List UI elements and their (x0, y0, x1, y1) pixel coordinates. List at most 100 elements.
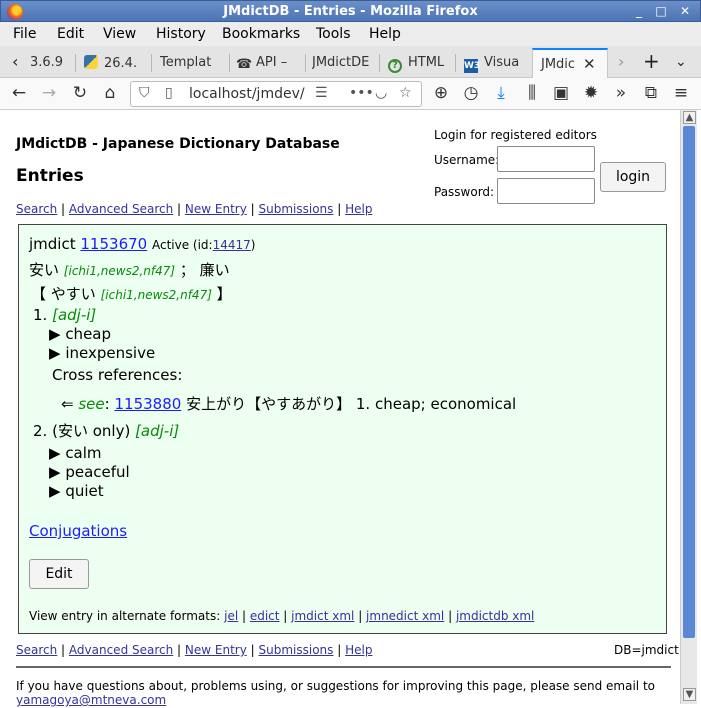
pocket-icon[interactable]: ◡ (375, 85, 387, 101)
help-favicon-icon: ? (388, 59, 402, 73)
maximize-button[interactable]: □ (653, 4, 669, 19)
gloss-item: ▶ inexpensive (49, 344, 156, 362)
vertical-scrollbar[interactable]: ▲ ▼ (680, 110, 697, 704)
close-window-button[interactable]: ✕ (677, 4, 693, 19)
entry-box: jmdict 1153670 Active (id:14417) 安い [ich… (18, 224, 667, 634)
link-help[interactable]: Help (345, 202, 372, 216)
history-clock-icon[interactable]: ◷ (460, 83, 482, 103)
reader-icon[interactable]: ▣ (550, 83, 572, 103)
username-input[interactable] (497, 146, 595, 172)
reading-tags: [ichi1,news2,nf47] (100, 288, 212, 302)
extensions-icon[interactable]: ⧉ (640, 83, 662, 103)
entry-seq-link[interactable]: 1153670 (80, 235, 147, 253)
xref-colon: : (104, 395, 110, 413)
sense-2-header: 2. (安い only) [adj-i] (33, 420, 179, 441)
url-text[interactable]: localhost/jmdev/ (189, 86, 305, 102)
footer-email-link[interactable]: yamagoya@mtneva.com (16, 693, 166, 707)
gloss-text: cheap (65, 325, 112, 343)
bottom-nav-links: Search | Advanced Search | New Entry | S… (16, 643, 373, 657)
tab-templates[interactable]: Templat (160, 48, 230, 78)
link-new-entry[interactable]: New Entry (185, 643, 247, 657)
alt-formats: View entry in alternate formats: jel | e… (29, 609, 535, 623)
tab-label: 26.4. (104, 56, 138, 71)
entry-corpus: jmdict (29, 235, 76, 253)
settings-gear-icon[interactable]: ✹ (580, 83, 602, 103)
format-edict-link[interactable]: edict (250, 609, 280, 623)
link-advanced-search[interactable]: Advanced Search (69, 202, 173, 216)
xref-kanji: 安上がり (186, 395, 247, 413)
menu-bar: File Edit View History Bookmarks Tools H… (0, 22, 701, 46)
reader-view-icon[interactable]: ☰ (315, 85, 328, 101)
link-advanced-search[interactable]: Advanced Search (69, 643, 173, 657)
list-tabs-icon[interactable]: ⌄ (675, 54, 687, 70)
xref-seq-link[interactable]: 1153880 (114, 395, 181, 413)
tab-html[interactable]: ? HTML (388, 48, 456, 78)
tab-python-369[interactable]: 3.6.9 (30, 48, 76, 78)
gloss-item: ▶ peaceful (49, 463, 130, 481)
bookmark-star-icon[interactable]: ☆ (399, 85, 412, 101)
tabs-scroll-right-icon[interactable]: › (618, 52, 624, 71)
tabs-scroll-left-icon[interactable]: ‹ (12, 52, 18, 71)
scroll-down-arrow-icon[interactable]: ▼ (683, 688, 696, 701)
tab-jmdictdb[interactable]: JMdictDE (312, 48, 380, 78)
link-search[interactable]: Search (16, 202, 57, 216)
menu-history[interactable]: History (156, 26, 206, 42)
link-search[interactable]: Search (16, 643, 57, 657)
menu-tools[interactable]: Tools (316, 26, 351, 42)
tracking-shield-icon[interactable]: ⛉ (139, 85, 150, 101)
forward-icon[interactable]: → (38, 83, 60, 103)
footer-note-text: If you have questions about, problems us… (16, 679, 656, 693)
page-actions-icon[interactable]: ••• (349, 85, 374, 101)
entry-status-close: ) (250, 238, 256, 252)
reading-open-bracket: 【 (31, 285, 47, 303)
format-jmdict-xml-link[interactable]: jmdict xml (291, 609, 354, 623)
tab-visual[interactable]: W3 Visua (464, 48, 528, 78)
menu-edit[interactable]: Edit (57, 26, 84, 42)
menu-bookmarks[interactable]: Bookmarks (222, 26, 300, 42)
scrollbar-thumb[interactable] (683, 126, 695, 638)
link-submissions[interactable]: Submissions (259, 202, 334, 216)
format-jmnedict-xml-link[interactable]: jmnedict xml (366, 609, 444, 623)
menu-file[interactable]: File (13, 26, 36, 42)
bookmark-saved-icon[interactable]: ⊕ (430, 83, 452, 103)
page-icon[interactable]: ▯ (165, 85, 173, 101)
password-input[interactable] (497, 178, 595, 204)
top-nav-links: Search | Advanced Search | New Entry | S… (16, 202, 373, 216)
tab-api[interactable]: ☎ API – (236, 48, 306, 78)
password-label: Password: (434, 185, 495, 199)
minimize-button[interactable]: _ (631, 4, 647, 19)
link-help[interactable]: Help (345, 643, 372, 657)
gloss-text: inexpensive (65, 344, 156, 362)
menu-help[interactable]: Help (369, 26, 401, 42)
back-icon[interactable]: ← (8, 83, 30, 103)
reload-icon[interactable]: ↻ (69, 83, 91, 103)
conjugations-link[interactable]: Conjugations (29, 522, 127, 540)
url-bar[interactable]: ⛉ ▯ localhost/jmdev/ ☰ ••• ◡ ☆ (130, 81, 422, 107)
downloads-icon[interactable]: ⤓ (490, 83, 512, 103)
xref-line: ⇐ see: 1153880 安上がり【やすあがり】 1. cheap; eco… (61, 393, 516, 414)
gloss-item: ▶ cheap (49, 325, 112, 343)
overflow-chevron-icon[interactable]: » (610, 83, 632, 103)
edit-button[interactable]: Edit (29, 559, 89, 589)
scroll-up-arrow-icon[interactable]: ▲ (683, 111, 696, 124)
new-tab-icon[interactable]: + (643, 49, 660, 73)
db-indicator: DB=jmdict (614, 643, 679, 657)
xref-heading: Cross references: (52, 366, 183, 384)
menu-view[interactable]: View (103, 26, 136, 42)
link-new-entry[interactable]: New Entry (185, 202, 247, 216)
xref-type: see (78, 395, 105, 413)
reading-line: 【 やすい [ichi1,news2,nf47] 】 (31, 283, 232, 304)
tab-jmdict-active[interactable]: JMdic ✕ (532, 48, 608, 78)
close-tab-icon[interactable]: ✕ (583, 55, 596, 73)
app-menu-icon[interactable]: ≡ (670, 83, 692, 103)
home-icon[interactable]: ⌂ (99, 83, 121, 103)
entry-id-link[interactable]: 14417 (213, 238, 251, 252)
sense-1-pos: [adj-i] (52, 306, 97, 324)
format-jel-link[interactable]: jel (224, 609, 238, 623)
tab-python-doc[interactable]: 26.4. (84, 48, 152, 78)
library-icon[interactable]: ⫼ (521, 83, 543, 103)
format-jmdictdb-xml-link[interactable]: jmdictdb xml (456, 609, 534, 623)
sense-1-number: 1. (33, 306, 48, 324)
login-button[interactable]: login (600, 162, 666, 192)
link-submissions[interactable]: Submissions (259, 643, 334, 657)
